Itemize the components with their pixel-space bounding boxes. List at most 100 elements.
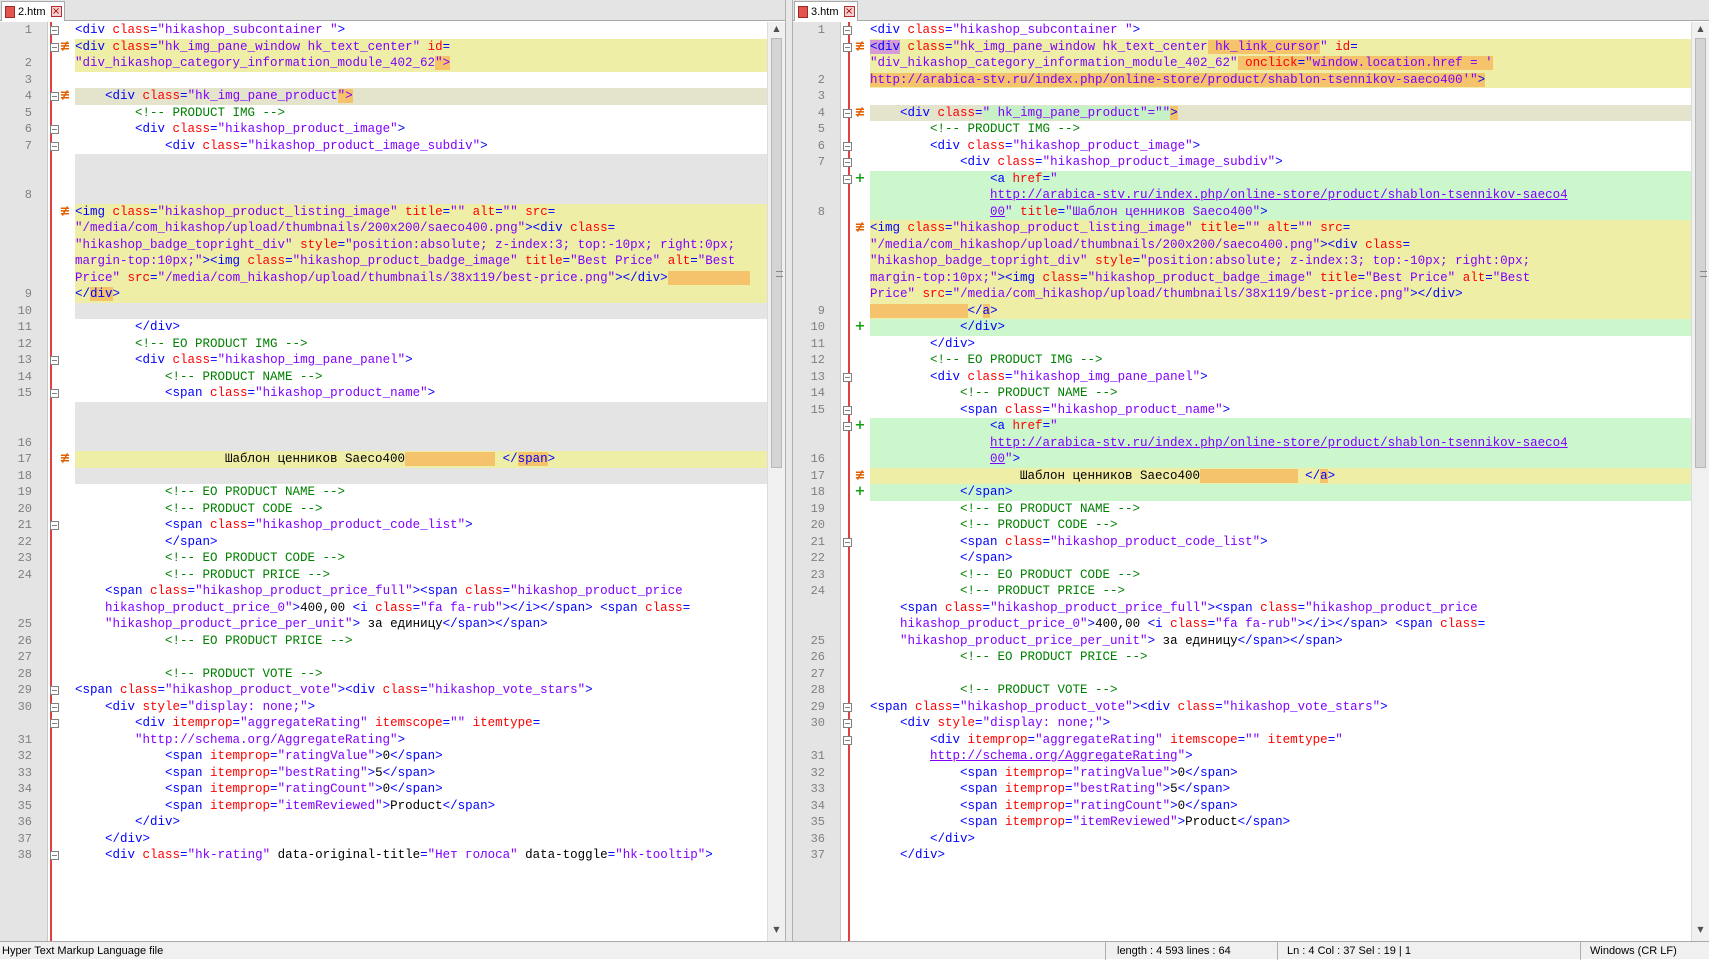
- code-line[interactable]: 24 <!-- PRODUCT PRICE -->: [0, 567, 767, 584]
- code-line[interactable]: 1 <div class="hikashop_subcontainer ">: [793, 22, 1691, 39]
- code-line[interactable]: 14 <!-- PRODUCT NAME -->: [0, 369, 767, 386]
- code-line[interactable]: 20 <!-- PRODUCT CODE -->: [0, 501, 767, 518]
- fold-toggle-icon[interactable]: [50, 702, 59, 712]
- fold-toggle-icon[interactable]: [50, 521, 59, 530]
- code-line[interactable]: 26 <!-- EO PRODUCT PRICE -->: [793, 649, 1691, 666]
- code-line[interactable]: 6 <div class="hikashop_product_image">: [793, 138, 1691, 155]
- code-line[interactable]: 2 ≢ <div class="hk_img_pane_window hk_text…: [0, 38, 767, 72]
- code-line[interactable]: 18 + </span>: [793, 484, 1691, 501]
- code-line[interactable]: 21 <span class="hikashop_product_code_li…: [0, 517, 767, 534]
- code-line[interactable]: 12 <!-- EO PRODUCT IMG -->: [793, 352, 1691, 369]
- right-editor-pane[interactable]: 3.htm × 1 <div class="hikashop_subcontain…: [793, 0, 1709, 941]
- code-line[interactable]: 35 <span itemprop="itemReviewed">Product…: [0, 798, 767, 815]
- fold-toggle-icon[interactable]: [50, 141, 59, 151]
- right-code-area[interactable]: 1 <div class="hikashop_subcontainer "> 2 ≢ <…: [793, 22, 1691, 941]
- code-line[interactable]: 22 </span>: [0, 534, 767, 551]
- code-line[interactable]: 28 <!-- PRODUCT VOTE -->: [793, 682, 1691, 699]
- fold-toggle-icon[interactable]: [50, 42, 59, 52]
- code-line[interactable]: 16: [0, 401, 767, 451]
- fold-toggle-icon[interactable]: [50, 26, 59, 35]
- code-line[interactable]: 38 <div class="hk-rating" data-original-…: [0, 847, 767, 864]
- code-line[interactable]: 27: [793, 666, 1691, 683]
- fold-toggle-icon[interactable]: [50, 356, 59, 365]
- code-line[interactable]: 15 <span class="hikashop_product_name">: [0, 385, 767, 402]
- code-line[interactable]: 36 </div>: [793, 831, 1691, 848]
- code-line[interactable]: 19 <!-- EO PRODUCT NAME -->: [0, 484, 767, 501]
- code-line[interactable]: 13 <div class="hikashop_img_pane_panel">: [0, 352, 767, 369]
- scroll-thumb[interactable]: [1695, 38, 1707, 468]
- fold-toggle-icon[interactable]: [50, 125, 59, 134]
- code-line[interactable]: 5 <!-- PRODUCT IMG -->: [0, 105, 767, 122]
- code-line[interactable]: 35 <span itemprop="itemReviewed">Product…: [793, 814, 1691, 831]
- left-vertical-scrollbar[interactable]: ▲ ▼: [767, 22, 785, 941]
- code-line[interactable]: 16 + <a href=" http://arabica-stv.ru/inde…: [793, 418, 1691, 468]
- fold-toggle-icon[interactable]: [843, 735, 852, 745]
- code-line[interactable]: 10 + </div>: [793, 319, 1691, 336]
- code-line[interactable]: 21 <span class="hikashop_product_code_li…: [793, 534, 1691, 551]
- code-line[interactable]: 2 ≢ <div class="hk_img_pane_window hk_text…: [793, 38, 1691, 88]
- left-editor-pane[interactable]: 2.htm × 1 <div class="hikashop_subcontain…: [0, 0, 785, 941]
- code-line[interactable]: 29 <span class="hikashop_product_vote"><d…: [0, 682, 767, 699]
- code-line[interactable]: 20 <!-- PRODUCT CODE -->: [793, 517, 1691, 534]
- code-line[interactable]: 5 <!-- PRODUCT IMG -->: [793, 121, 1691, 138]
- fold-toggle-icon[interactable]: [50, 686, 59, 695]
- fold-toggle-icon[interactable]: [843, 108, 852, 118]
- code-line[interactable]: 6 <div class="hikashop_product_image">: [0, 121, 767, 138]
- code-line[interactable]: 23 <!-- EO PRODUCT CODE -->: [0, 550, 767, 567]
- scroll-thumb[interactable]: [771, 38, 783, 468]
- code-line[interactable]: 31 <div itemprop="aggregateRating" items…: [793, 732, 1691, 765]
- code-line[interactable]: 14 <!-- PRODUCT NAME -->: [793, 385, 1691, 402]
- code-line[interactable]: 4 ≢ <div class="hk_img_pane_product">: [0, 88, 767, 105]
- fold-toggle-icon[interactable]: [843, 719, 852, 728]
- code-line[interactable]: 30 <div style="display: none;">: [793, 715, 1691, 732]
- code-line[interactable]: 34 <span itemprop="ratingCount">0</span>: [793, 798, 1691, 815]
- scroll-down-arrow-icon[interactable]: ▼: [768, 925, 785, 939]
- code-line[interactable]: 32 <span itemprop="ratingValue">0</span>: [793, 765, 1691, 782]
- code-line[interactable]: 13 <div class="hikashop_img_pane_panel">: [793, 369, 1691, 386]
- code-line[interactable]: 17 ≢ Шаблон ценников Saeco400 </span>: [0, 451, 767, 468]
- fold-toggle-icon[interactable]: [843, 405, 852, 415]
- code-line[interactable]: 27: [0, 649, 767, 666]
- fold-toggle-icon[interactable]: [843, 702, 852, 712]
- pane-splitter[interactable]: [785, 0, 793, 941]
- code-line[interactable]: 15 <span class="hikashop_product_name">: [793, 402, 1691, 419]
- code-line[interactable]: 31 <div itemprop="aggregateRating" items…: [0, 715, 767, 748]
- code-line[interactable]: 1 <div class="hikashop_subcontainer ">: [0, 22, 767, 39]
- code-line[interactable]: 30 <div style="display: none;">: [0, 699, 767, 716]
- code-line[interactable]: 37 </div>: [0, 831, 767, 848]
- code-line[interactable]: 8 + <a href=" http://arabica-stv.ru/index…: [793, 170, 1691, 220]
- code-line[interactable]: 29 <span class="hikashop_product_vote"><d…: [793, 699, 1691, 716]
- right-vertical-scrollbar[interactable]: ▲ ▼: [1691, 22, 1709, 941]
- code-line[interactable]: 34 <span itemprop="ratingCount">0</span>: [0, 781, 767, 798]
- fold-toggle-icon[interactable]: [843, 372, 852, 382]
- tab-right-file[interactable]: 3.htm ×: [794, 1, 858, 21]
- fold-toggle-icon[interactable]: [50, 851, 59, 860]
- code-line[interactable]: 3: [0, 72, 767, 89]
- code-line[interactable]: 7 <div class="hikashop_product_image_sub…: [0, 138, 767, 155]
- code-line[interactable]: 25 <span class="hikashop_product_price_f…: [0, 583, 767, 633]
- code-line[interactable]: 9 ≢ <img class="hikashop_product_listing_i…: [793, 220, 1691, 319]
- code-line[interactable]: 11 </div>: [0, 319, 767, 336]
- tab-left-file[interactable]: 2.htm ×: [1, 1, 65, 21]
- fold-toggle-icon[interactable]: [843, 42, 852, 52]
- code-line[interactable]: 24 <!-- PRODUCT PRICE -->: [793, 583, 1691, 600]
- code-line[interactable]: 8: [0, 154, 767, 204]
- fold-toggle-icon[interactable]: [843, 26, 852, 35]
- code-line[interactable]: 36 </div>: [0, 814, 767, 831]
- code-line[interactable]: 18: [0, 467, 767, 484]
- code-line[interactable]: 25 <span class="hikashop_product_price_f…: [793, 600, 1691, 650]
- fold-toggle-icon[interactable]: [843, 422, 852, 431]
- code-line[interactable]: 3: [793, 88, 1691, 105]
- fold-toggle-icon[interactable]: [50, 719, 59, 728]
- fold-toggle-icon[interactable]: [50, 389, 59, 398]
- code-line[interactable]: 33 <span itemprop="bestRating">5</span>: [0, 765, 767, 782]
- code-line[interactable]: 19 <!-- EO PRODUCT NAME -->: [793, 501, 1691, 518]
- left-code-area[interactable]: 1 <div class="hikashop_subcontainer "> 2 ≢ <…: [0, 22, 767, 941]
- code-line[interactable]: 12 <!-- EO PRODUCT IMG -->: [0, 336, 767, 353]
- scroll-up-arrow-icon[interactable]: ▲: [1692, 24, 1709, 38]
- code-line[interactable]: 10: [0, 302, 767, 319]
- code-line[interactable]: 22 </span>: [793, 550, 1691, 567]
- fold-toggle-icon[interactable]: [843, 158, 852, 167]
- fold-toggle-icon[interactable]: [843, 141, 852, 151]
- code-line[interactable]: 37 </div>: [793, 847, 1691, 864]
